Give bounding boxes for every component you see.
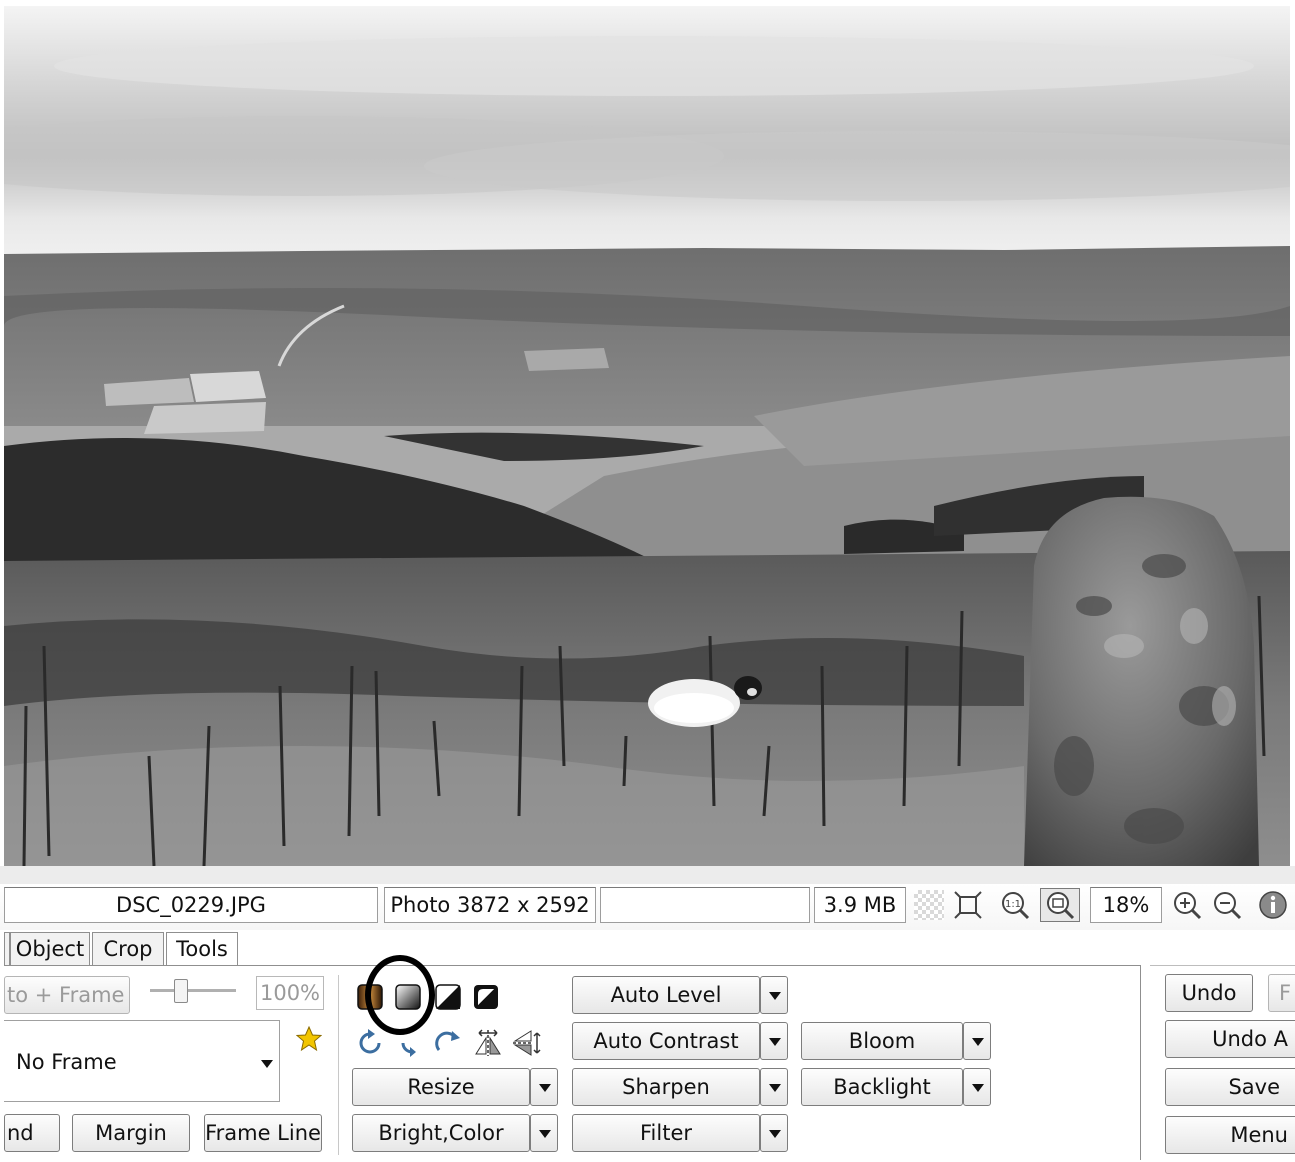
favorite-star-icon[interactable]: [295, 1025, 323, 1052]
sharpen-button[interactable]: Sharpen: [572, 1068, 760, 1106]
flip-vertical-icon[interactable]: [511, 1028, 541, 1058]
zoom-out-icon[interactable]: [1212, 890, 1242, 920]
backlight-dropdown[interactable]: [963, 1068, 991, 1106]
bright-color-dropdown[interactable]: [530, 1114, 558, 1152]
redo-button[interactable]: F: [1268, 974, 1295, 1012]
svg-text:1:1: 1:1: [1005, 899, 1021, 910]
landscape-photo: [4, 6, 1290, 866]
frame-select-value: No Frame: [16, 1050, 117, 1074]
zoom-fit-icon[interactable]: [1040, 888, 1080, 922]
filter-button[interactable]: Filter: [572, 1114, 760, 1152]
info-field: [600, 887, 810, 923]
save-button[interactable]: Save: [1165, 1068, 1295, 1106]
actual-size-icon[interactable]: 1:1: [1000, 890, 1030, 920]
slider-thumb[interactable]: [174, 979, 188, 1003]
info-icon[interactable]: [1258, 890, 1288, 920]
frame-select[interactable]: No Frame: [4, 1020, 280, 1102]
background-button[interactable]: nd: [4, 1114, 60, 1152]
chevron-down-icon: [261, 1060, 273, 1068]
menu-button[interactable]: Menu: [1165, 1116, 1295, 1154]
negative-icon[interactable]: [471, 982, 501, 1012]
filename-field: DSC_0229.JPG: [4, 887, 378, 923]
margin-button[interactable]: Margin: [72, 1114, 190, 1152]
zoom-in-icon[interactable]: [1172, 890, 1202, 920]
zoom-level-field[interactable]: 18%: [1090, 887, 1162, 923]
rotate-left-icon[interactable]: [355, 1028, 385, 1058]
frame-line-button[interactable]: Frame Line: [204, 1114, 322, 1152]
tab-crop[interactable]: Crop: [92, 932, 164, 966]
sharpen-dropdown[interactable]: [760, 1068, 788, 1106]
file-size-field: 3.9 MB: [814, 887, 906, 923]
fit-to-window-icon[interactable]: [953, 890, 983, 920]
resize-dropdown[interactable]: [530, 1068, 558, 1106]
auto-contrast-dropdown[interactable]: [760, 1022, 788, 1060]
tab-object[interactable]: Object: [10, 932, 90, 966]
auto-level-dropdown[interactable]: [760, 976, 788, 1014]
undo-all-button[interactable]: Undo A: [1165, 1020, 1295, 1058]
filter-dropdown[interactable]: [760, 1114, 788, 1152]
slider-track: [150, 989, 236, 992]
auto-level-button[interactable]: Auto Level: [572, 976, 760, 1014]
black-white-icon[interactable]: [433, 982, 463, 1012]
resize-button[interactable]: Resize: [352, 1068, 530, 1106]
dimensions-field: Photo 3872 x 2592: [384, 887, 596, 923]
backlight-button[interactable]: Backlight: [801, 1068, 963, 1106]
rotate-right-icon[interactable]: [397, 1028, 427, 1058]
bright-color-button[interactable]: Bright,Color: [352, 1114, 530, 1152]
opacity-value-field[interactable]: 100%: [256, 976, 324, 1010]
flip-horizontal-icon[interactable]: [473, 1028, 503, 1058]
photo-frame-button[interactable]: to + Frame: [4, 976, 130, 1014]
bloom-dropdown[interactable]: [963, 1022, 991, 1060]
bloom-button[interactable]: Bloom: [801, 1022, 963, 1060]
auto-contrast-button[interactable]: Auto Contrast: [572, 1022, 760, 1060]
undo-button[interactable]: Undo: [1165, 974, 1253, 1012]
highlight-circle: [365, 955, 435, 1035]
checkerboard-icon[interactable]: [914, 890, 944, 920]
tab-tools[interactable]: Tools: [166, 932, 238, 967]
opacity-slider[interactable]: [150, 978, 236, 1004]
photo-canvas[interactable]: [4, 6, 1290, 866]
panel-divider: [338, 975, 339, 1155]
rotate-clockwise-icon[interactable]: [433, 1028, 463, 1058]
